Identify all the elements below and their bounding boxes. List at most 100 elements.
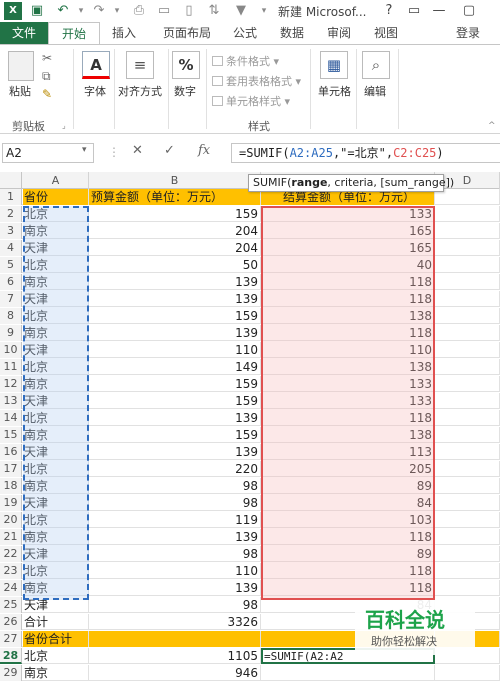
help-button[interactable]: ? xyxy=(380,2,398,20)
cell-d[interactable] xyxy=(435,580,500,596)
cell-d[interactable] xyxy=(435,291,500,307)
format-as-table-button[interactable]: 套用表格格式 ▾ xyxy=(212,73,301,89)
cell-b[interactable]: 204 xyxy=(89,240,261,256)
cut-icon[interactable]: ✂ xyxy=(42,51,52,65)
cell-c[interactable] xyxy=(261,665,435,681)
open-icon[interactable]: ▭ xyxy=(155,2,173,20)
binoculars-icon[interactable]: ⌕ xyxy=(362,51,390,79)
row-header[interactable]: 26 xyxy=(0,614,22,630)
cell-d[interactable] xyxy=(435,240,500,256)
row-header[interactable]: 20 xyxy=(0,512,22,528)
editing-button[interactable]: 编辑 xyxy=(364,83,386,99)
cell-b[interactable]: 139 xyxy=(89,444,261,460)
cell-d[interactable] xyxy=(435,393,500,409)
row-header[interactable]: 7 xyxy=(0,291,22,307)
sort-icon[interactable]: ⇅ xyxy=(205,2,223,20)
paste-label[interactable]: 粘贴 xyxy=(9,83,31,99)
sign-in-link[interactable]: 登录 xyxy=(456,22,480,44)
row-header[interactable]: 21 xyxy=(0,529,22,545)
filter-icon[interactable]: ▼ xyxy=(232,2,250,20)
cell-b[interactable]: 3326 xyxy=(89,614,261,630)
redo-dropdown-icon[interactable]: ▾ xyxy=(108,2,126,20)
new-icon[interactable]: ▯ xyxy=(180,2,198,20)
number-button[interactable]: 数字 xyxy=(174,83,196,99)
row-header[interactable]: 22 xyxy=(0,546,22,562)
cell-b[interactable]: 1105 xyxy=(89,648,261,664)
row-header[interactable]: 27 xyxy=(0,631,22,647)
row-header[interactable]: 5 xyxy=(0,257,22,273)
cell-b[interactable]: 98 xyxy=(89,495,261,511)
cell-d[interactable] xyxy=(435,427,500,443)
cells-icon[interactable]: ▦ xyxy=(320,51,348,79)
redo-icon[interactable]: ↷ xyxy=(90,2,108,20)
row-header[interactable]: 15 xyxy=(0,427,22,443)
row-header[interactable]: 4 xyxy=(0,240,22,256)
cell-d[interactable] xyxy=(435,223,500,239)
row-header[interactable]: 25 xyxy=(0,597,22,613)
cell-b[interactable]: 139 xyxy=(89,274,261,290)
tab-view[interactable]: 视图 xyxy=(366,22,406,44)
cell-a[interactable]: 省份合计 xyxy=(23,631,89,647)
tab-data[interactable]: 数据 xyxy=(272,22,312,44)
cell-b[interactable]: 220 xyxy=(89,461,261,477)
insert-function-icon[interactable]: fx xyxy=(198,143,210,158)
conditional-format-button[interactable]: 条件格式 ▾ xyxy=(212,53,279,69)
row-header[interactable]: 10 xyxy=(0,342,22,358)
align-icon[interactable]: ≡ xyxy=(126,51,154,79)
cell-d[interactable] xyxy=(435,444,500,460)
cell-b[interactable]: 159 xyxy=(89,308,261,324)
minimize-button[interactable]: — xyxy=(430,2,448,20)
row-header[interactable]: 6 xyxy=(0,274,22,290)
tab-insert[interactable]: 插入 xyxy=(104,22,144,44)
cell-d[interactable] xyxy=(435,189,500,205)
row-header[interactable]: 19 xyxy=(0,495,22,511)
tab-page-layout[interactable]: 页面布局 xyxy=(156,22,218,44)
enter-icon[interactable]: ✓ xyxy=(164,143,175,158)
cell-styles-button[interactable]: 单元格样式 ▾ xyxy=(212,93,290,109)
save-icon[interactable]: ▣ xyxy=(28,2,46,20)
cell-d[interactable] xyxy=(435,342,500,358)
ribbon-display-button[interactable]: ▭ xyxy=(405,2,423,20)
alignment-button[interactable]: 对齐方式 xyxy=(118,83,162,99)
copy-icon[interactable]: ⧉ xyxy=(42,69,51,84)
cell-b[interactable]: 946 xyxy=(89,665,261,681)
cell-b[interactable]: 139 xyxy=(89,529,261,545)
cell-d[interactable] xyxy=(435,359,500,375)
tab-file[interactable]: 文件 xyxy=(0,22,48,44)
cell-d[interactable] xyxy=(435,478,500,494)
font-button[interactable]: 字体 xyxy=(84,83,106,99)
undo-icon[interactable]: ↶ xyxy=(54,2,72,20)
collapse-ribbon-icon[interactable]: ^ xyxy=(488,121,496,131)
row-header[interactable]: 24 xyxy=(0,580,22,596)
tab-formulas[interactable]: 公式 xyxy=(225,22,265,44)
dialog-launcher-icon[interactable]: ⌟ xyxy=(62,121,66,130)
row-header[interactable]: 2 xyxy=(0,206,22,222)
cell-b[interactable]: 139 xyxy=(89,291,261,307)
cell-a[interactable]: 南京 xyxy=(23,665,89,681)
formula-input[interactable]: =SUMIF(A2:A25,"=北京",C2:C25) xyxy=(231,143,500,163)
maximize-button[interactable]: ▢ xyxy=(460,2,478,20)
undo-dropdown-icon[interactable]: ▾ xyxy=(72,2,90,20)
cell-b[interactable]: 98 xyxy=(89,546,261,562)
cell-d[interactable] xyxy=(435,665,500,681)
cell-d[interactable] xyxy=(435,308,500,324)
row-header[interactable]: 13 xyxy=(0,393,22,409)
cell-a[interactable]: 省份 xyxy=(23,189,89,205)
cell-d[interactable] xyxy=(435,410,500,426)
row-header[interactable]: 29 xyxy=(0,665,22,681)
cell-b[interactable]: 159 xyxy=(89,376,261,392)
row-header[interactable]: 23 xyxy=(0,563,22,579)
font-icon[interactable]: A xyxy=(82,51,110,79)
select-all-corner[interactable] xyxy=(0,172,22,189)
cell-b[interactable]: 159 xyxy=(89,427,261,443)
cell-d[interactable] xyxy=(435,563,500,579)
cell-b[interactable]: 预算金额（单位：万元） xyxy=(89,189,261,205)
cancel-icon[interactable]: ✕ xyxy=(132,143,143,158)
column-header-a[interactable]: A xyxy=(23,172,89,189)
cell-b[interactable]: 139 xyxy=(89,410,261,426)
row-header[interactable]: 3 xyxy=(0,223,22,239)
cell-d[interactable] xyxy=(435,461,500,477)
cell-b[interactable] xyxy=(89,631,261,647)
row-header[interactable]: 16 xyxy=(0,444,22,460)
cell-b[interactable]: 139 xyxy=(89,580,261,596)
